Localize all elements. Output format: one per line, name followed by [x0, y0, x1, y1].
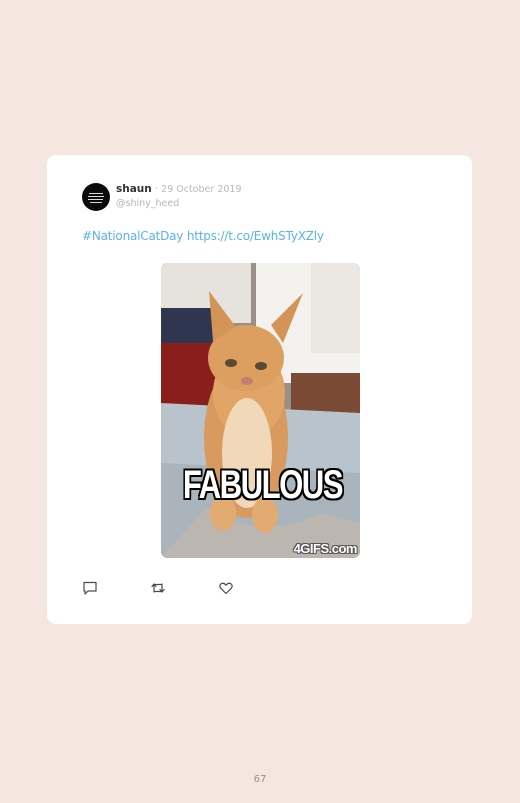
page-number: 67 [253, 774, 267, 785]
like-icon[interactable] [218, 580, 234, 596]
cat-gif-image [161, 263, 360, 558]
header-separator: · [154, 184, 158, 195]
tweet-text: #NationalCatDay https://t.co/EwhSTyXZly [82, 229, 324, 243]
gif-watermark: 4GIFS.com [293, 541, 358, 556]
url-link[interactable]: https://t.co/EwhSTyXZly [187, 229, 324, 243]
tweet-header: shaun · 29 October 2019 [116, 183, 242, 196]
gif-caption: FABULOUS [182, 463, 344, 507]
tweet-date[interactable]: 29 October 2019 [161, 184, 241, 195]
author-name[interactable]: shaun [116, 183, 152, 195]
tweet-media-gif[interactable]: FABULOUS 4GIFS.com [161, 263, 360, 558]
retweet-icon[interactable] [150, 580, 166, 596]
hashtag-link[interactable]: #NationalCatDay [82, 229, 183, 243]
tweet-card: shaun · 29 October 2019 @shiny_heed #Nat… [47, 155, 472, 624]
author-handle[interactable]: @shiny_heed [116, 198, 179, 209]
reply-icon[interactable] [82, 580, 98, 596]
avatar[interactable] [82, 183, 110, 211]
